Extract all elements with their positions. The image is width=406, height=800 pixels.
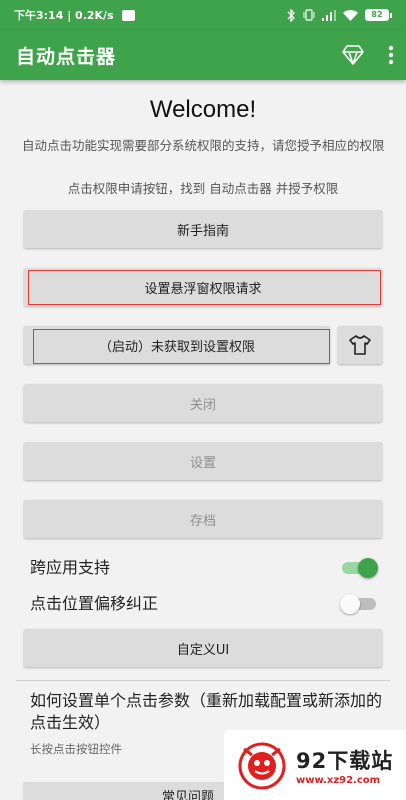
start-button[interactable]: （启动）未获取到设置权限 (24, 326, 330, 364)
overlay-permission-button[interactable]: 设置悬浮窗权限请求 (24, 268, 382, 306)
archive-button[interactable]: 存档 (24, 500, 382, 538)
app-title: 自动点击器 (16, 45, 117, 68)
close-button[interactable]: 关闭 (24, 384, 382, 422)
click-params-subtitle: 长按点击按钮控件 (30, 742, 122, 756)
faq-button[interactable]: 常见问题 (24, 782, 224, 800)
guide-button[interactable]: 新手指南 (24, 210, 382, 248)
app-bar-actions (342, 45, 394, 65)
faq-label: 常见问题 (161, 790, 214, 800)
cross-app-row: 跨应用支持 (30, 552, 378, 580)
status-bar: 下午3:14 | 0.2K/s 82 (0, 0, 406, 30)
status-right: 82 (287, 8, 392, 22)
watermark-title: 92下载站 (296, 748, 394, 773)
watermark: 92下载站 www.xz92.com (224, 730, 406, 800)
permission-description: 自动点击功能实现需要部分系统权限的支持，请您授予相应的权限 (22, 138, 385, 153)
more-vert-icon[interactable] (388, 45, 394, 65)
custom-ui-button[interactable]: 自定义UI (24, 629, 382, 667)
watermark-logo-icon (238, 742, 286, 790)
battery-level: 82 (365, 9, 389, 21)
vibrate-icon (303, 9, 315, 21)
cross-app-switch[interactable] (342, 556, 378, 578)
watermark-url: www.xz92.com (296, 774, 381, 786)
offset-fix-switch[interactable] (340, 592, 376, 614)
notification-icon (121, 9, 135, 21)
status-time-speed: 下午3:14 | 0.2K/s (14, 9, 114, 22)
permission-hint: 点击权限申请按钮，找到 自动点击器 并授予权限 (67, 181, 339, 196)
watermark-text: 92下载站 www.xz92.com (296, 745, 393, 786)
offset-fix-label: 点击位置偏移纠正 (30, 594, 159, 613)
signal-icon (322, 9, 336, 21)
cross-app-label: 跨应用支持 (30, 558, 111, 577)
status-left: 下午3:14 | 0.2K/s (14, 7, 135, 23)
offset-fix-row: 点击位置偏移纠正 (30, 588, 376, 616)
tshirt-icon (349, 335, 371, 355)
theme-button[interactable] (338, 326, 382, 364)
welcome-heading: Welcome! (149, 96, 257, 123)
diamond-outline-icon[interactable] (342, 45, 364, 65)
click-params-title[interactable]: 如何设置单个点击参数（重新加载配置或新添加的点击生效） (30, 690, 390, 734)
divider (16, 680, 390, 681)
settings-button[interactable]: 设置 (24, 442, 382, 480)
wifi-icon (343, 9, 358, 21)
battery-icon: 82 (365, 9, 392, 21)
bluetooth-icon (287, 8, 295, 22)
app-bar: 自动点击器 (0, 30, 406, 80)
